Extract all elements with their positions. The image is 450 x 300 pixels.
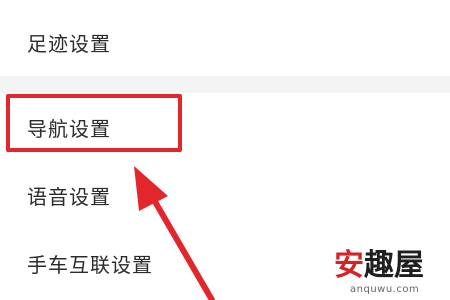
settings-item-label: 导航设置 xyxy=(27,117,111,141)
watermark-domain: anquwu.com xyxy=(350,284,420,295)
settings-screen: 足迹设置 导航设置 语音设置 手车互联设置 安趣屋 anquwu.com xyxy=(0,0,450,300)
watermark: 安趣屋 anquwu.com xyxy=(334,246,446,298)
settings-item-voice[interactable]: 语音设置 xyxy=(0,165,450,227)
watermark-logo-char: 屋 xyxy=(394,248,424,283)
settings-item-label: 足迹设置 xyxy=(27,32,111,56)
watermark-logo: 安趣屋 xyxy=(334,246,446,286)
settings-item-label: 手车互联设置 xyxy=(27,253,153,277)
settings-item-navigation[interactable]: 导航设置 xyxy=(0,93,450,165)
settings-item-label: 语音设置 xyxy=(27,185,111,209)
watermark-logo-char: 趣 xyxy=(364,248,394,283)
watermark-logo-char: 安 xyxy=(334,248,364,283)
settings-item-footprint[interactable]: 足迹设置 xyxy=(0,0,450,76)
